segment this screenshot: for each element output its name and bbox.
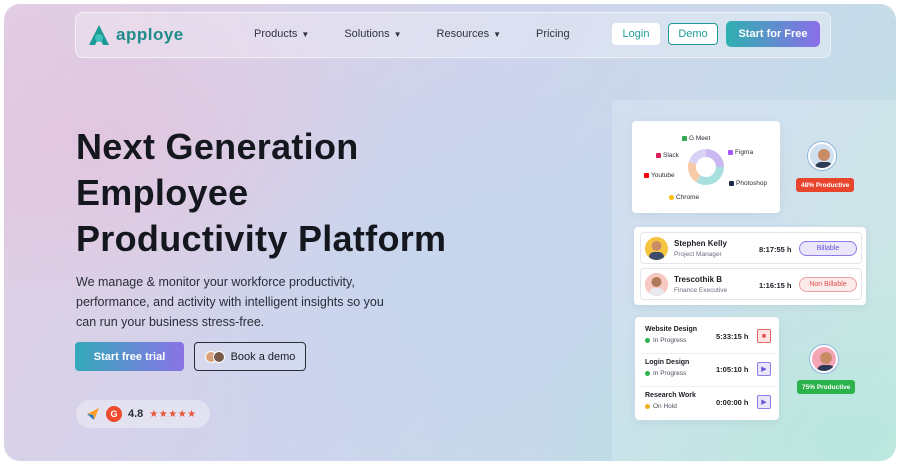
- app-chrome-label: Chrome: [676, 194, 700, 201]
- start-free-trial-button[interactable]: Start free trial: [75, 342, 184, 371]
- chevron-down-icon: ▼: [493, 29, 502, 39]
- hero-subtitle: We manage & monitor your workforce produ…: [76, 275, 384, 329]
- app-gmeet-label: G Meet: [689, 135, 711, 142]
- task-time: 1:05:10 h: [716, 365, 749, 374]
- app-figma: Figma: [728, 149, 753, 156]
- task-row: Research Work On Hold 0:00:00 h ▶: [641, 388, 775, 418]
- task-status-label: In Progress: [653, 370, 687, 377]
- hero-title: Next Generation Employee Productivity Pl…: [76, 124, 496, 262]
- app-youtube: Youtube: [644, 172, 675, 179]
- apploye-logo-icon: [89, 25, 109, 45]
- task-name: Login Design: [645, 359, 690, 366]
- menu-resources[interactable]: Resources ▼: [437, 28, 502, 40]
- person-row: Stephen Kelly Project Manager 8:17:55 h …: [640, 232, 862, 264]
- book-demo-label: Book a demo: [230, 350, 296, 363]
- task-time: 0:00:00 h: [716, 398, 749, 407]
- menu-products-label: Products: [254, 28, 298, 40]
- start-for-free-button[interactable]: Start for Free: [726, 21, 820, 47]
- non-billable-badge[interactable]: Non Billable: [799, 277, 857, 292]
- menu-solutions-label: Solutions: [344, 28, 390, 40]
- person-row: Trescothik B Finance Executive 1:16:15 h…: [640, 268, 862, 300]
- task-status-label: On Hold: [653, 403, 677, 410]
- capterra-icon: [87, 408, 99, 420]
- chevron-down-icon: ▼: [301, 29, 310, 39]
- app-chrome: Chrome: [669, 194, 699, 201]
- task-name: Website Design: [645, 326, 697, 333]
- productivity-badge-high: 75% Productive: [797, 380, 856, 394]
- chrome-icon: [669, 195, 674, 200]
- billable-badge[interactable]: Billable: [799, 241, 857, 256]
- demo-button[interactable]: Demo: [668, 23, 718, 45]
- app-gmeet: G Meet: [682, 135, 710, 142]
- task-name: Research Work: [645, 392, 696, 399]
- avatar: [645, 237, 668, 260]
- person-time: 1:16:15 h: [759, 281, 792, 290]
- login-button[interactable]: Login: [612, 23, 660, 45]
- play-icon[interactable]: ▶: [757, 395, 771, 409]
- rating-badge: G 4.8 ★★★★★: [76, 400, 210, 428]
- main-menu: Products ▼ Solutions ▼ Resources ▼ Prici…: [254, 28, 570, 40]
- gmeet-icon: [682, 136, 687, 141]
- task-status: In Progress: [645, 370, 686, 377]
- menu-solutions[interactable]: Solutions ▼: [344, 28, 401, 40]
- status-dot-icon: [645, 371, 650, 376]
- person-name: Stephen Kelly: [674, 239, 727, 248]
- rating-stars: ★★★★★: [149, 408, 197, 420]
- person-role: Project Manager: [674, 251, 722, 258]
- youtube-icon: [644, 173, 649, 178]
- task-row: Website Design In Progress 5:33:15 h ■: [641, 322, 775, 352]
- productivity-badge-low: 48% Productive: [796, 178, 855, 192]
- task-time: 5:33:15 h: [716, 332, 749, 341]
- hero-title-line-1: Next Generation: [76, 126, 359, 167]
- menu-resources-label: Resources: [436, 28, 490, 40]
- photoshop-icon: [729, 181, 734, 186]
- rating-score: 4.8: [128, 408, 144, 420]
- person-time: 8:17:55 h: [759, 245, 792, 254]
- g2-icon: G: [106, 406, 122, 422]
- user-avatar: [810, 345, 838, 373]
- book-demo-button[interactable]: Book a demo: [194, 342, 306, 371]
- status-dot-icon: [645, 404, 650, 409]
- menu-pricing-label: Pricing: [536, 28, 570, 40]
- task-status: On Hold: [645, 403, 677, 410]
- menu-pricing[interactable]: Pricing: [536, 28, 570, 40]
- hero-title-line-2: Employee: [76, 172, 249, 213]
- person-name: Trescothik B: [674, 275, 723, 284]
- play-icon[interactable]: ▶: [757, 362, 771, 376]
- logo[interactable]: apploye: [88, 24, 184, 46]
- task-row: Login Design In Progress 1:05:10 h ▶: [641, 355, 775, 385]
- avatar: [645, 273, 668, 296]
- user-avatar: [808, 142, 836, 170]
- timesheet-card: Stephen Kelly Project Manager 8:17:55 h …: [634, 227, 866, 305]
- figma-icon: [728, 150, 733, 155]
- divider: [641, 353, 775, 354]
- stop-icon[interactable]: ■: [757, 329, 771, 343]
- app-photoshop: Photoshop: [729, 180, 767, 187]
- app-slack: Slack: [656, 152, 679, 159]
- logo-text: apploye: [116, 25, 184, 44]
- task-status: In Progress: [645, 337, 686, 344]
- task-status-label: In Progress: [653, 337, 687, 344]
- hero-title-line-3: Productivity Platform: [76, 218, 447, 259]
- divider: [641, 386, 775, 387]
- chevron-down-icon: ▼: [393, 29, 402, 39]
- menu-products[interactable]: Products ▼: [254, 28, 309, 40]
- app-slack-label: Slack: [663, 152, 679, 159]
- page-background: apploye Products ▼ Solutions ▼ Resources…: [4, 4, 896, 461]
- person-role: Finance Executive: [674, 287, 728, 294]
- task-timer-card: Website Design In Progress 5:33:15 h ■ L…: [635, 317, 779, 420]
- team-avatars-icon: [204, 350, 225, 363]
- app-youtube-label: Youtube: [651, 172, 675, 179]
- app-photoshop-label: Photoshop: [736, 180, 768, 187]
- top-navbar: apploye Products ▼ Solutions ▼ Resources…: [75, 12, 831, 58]
- slack-icon: [656, 153, 661, 158]
- app-usage-card: G Meet Slack Figma Youtube Photoshop Chr…: [632, 121, 780, 213]
- app-figma-label: Figma: [735, 149, 754, 156]
- status-dot-icon: [645, 338, 650, 343]
